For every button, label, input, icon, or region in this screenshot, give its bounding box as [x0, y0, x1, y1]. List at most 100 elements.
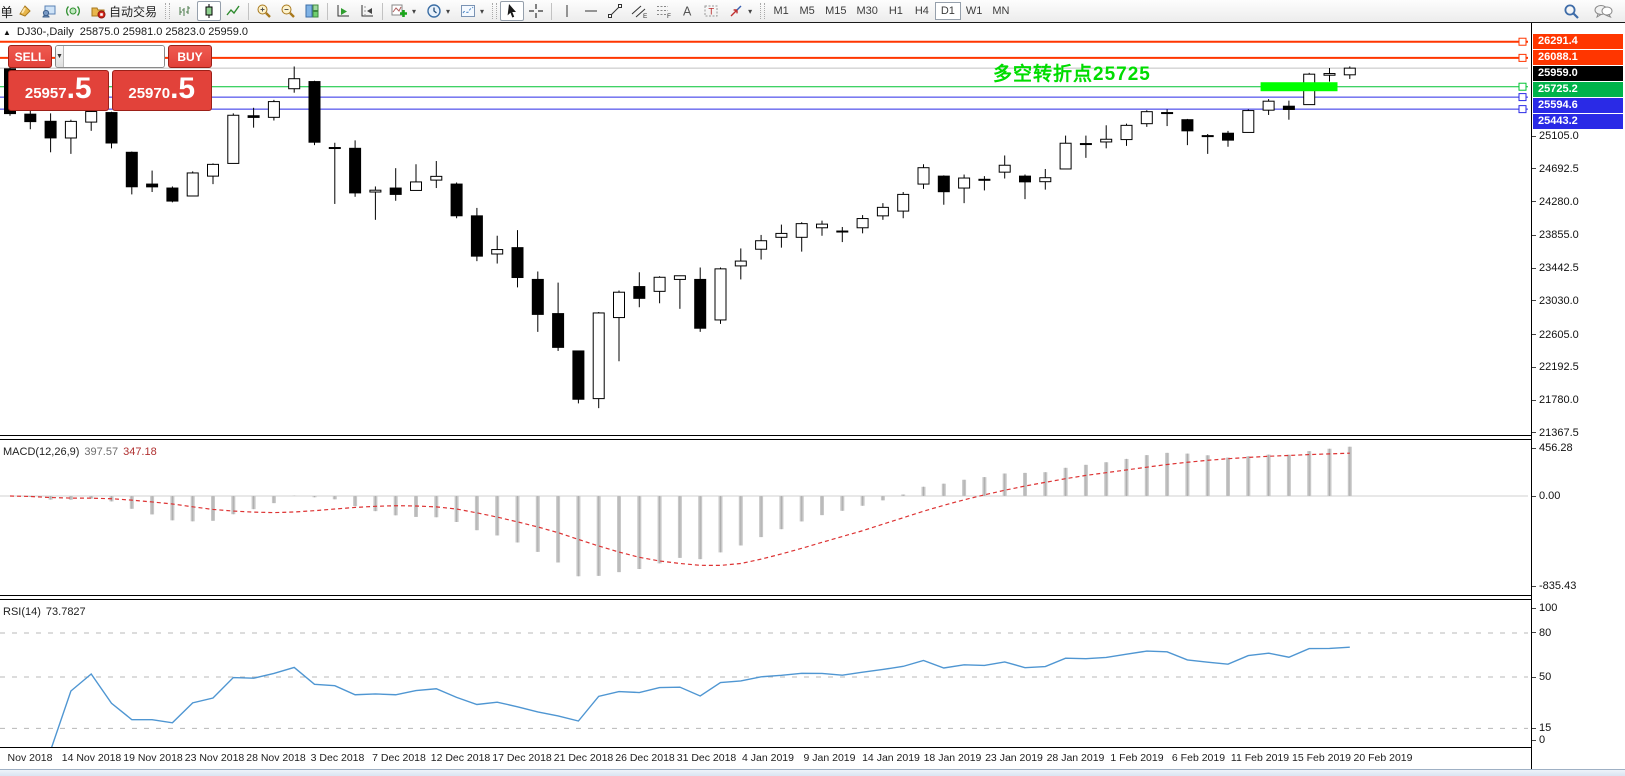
autotrading-label: 自动交易: [109, 3, 157, 20]
chart-annotation: 多空转折点25725: [993, 59, 1151, 86]
price-axis[interactable]: 25105.024692.524280.023855.023442.523030…: [1532, 23, 1625, 769]
market-watch-icon[interactable]: [13, 1, 37, 21]
date-label: 1 Feb 2019: [1110, 752, 1163, 764]
axis-tick: 23442.5: [1532, 261, 1579, 275]
sell-price[interactable]: 25957 .5: [8, 70, 109, 111]
date-label: 4 Jan 2019: [742, 752, 794, 764]
chart-window: ▲ DJ30-,Daily 25875.0 25981.0 25823.0 25…: [0, 23, 1625, 769]
tab-m15[interactable]: M15: [820, 2, 851, 20]
axis-tick: -835.43: [1532, 579, 1576, 593]
date-label: 14 Jan 2019: [862, 752, 920, 764]
buy-button[interactable]: BUY: [168, 45, 212, 68]
line-anchor: [1519, 94, 1526, 101]
collapse-arrow-icon[interactable]: ▲: [3, 28, 11, 37]
sell-price-frac: .5: [67, 75, 92, 102]
tab-m1[interactable]: M1: [768, 2, 794, 20]
line-anchor: [1519, 106, 1526, 113]
bar-chart-icon[interactable]: [173, 1, 197, 21]
cursor-icon[interactable]: [500, 1, 524, 21]
date-label: 12 Dec 2018: [431, 752, 491, 764]
tab-m5[interactable]: M5: [794, 2, 820, 20]
one-click-trading-panel: SELL ▼ ▲ BUY 25957 .5 25970 .5: [8, 45, 212, 111]
text-label-icon[interactable]: T: [699, 1, 723, 21]
date-label: 11 Feb 2019: [1231, 752, 1289, 764]
tile-windows-icon[interactable]: [300, 1, 324, 21]
svg-text:E: E: [643, 13, 648, 19]
chart-header: ▲ DJ30-,Daily 25875.0 25981.0 25823.0 25…: [3, 26, 248, 38]
date-axis[interactable]: Nov 201814 Nov 201819 Nov 201823 Nov 201…: [0, 747, 1531, 769]
status-bar: [0, 769, 1625, 776]
templates-button[interactable]: ▾: [455, 1, 489, 21]
axis-tick: 21367.5: [1532, 426, 1579, 440]
candlestick-chart-icon[interactable]: [197, 1, 221, 21]
date-label: 31 Dec 2018: [677, 752, 737, 764]
axis-tick: 23855.0: [1532, 228, 1579, 242]
date-label: 19 Nov 2018: [123, 752, 183, 764]
date-label: 23 Jan 2019: [985, 752, 1043, 764]
date-label: 6 Feb 2019: [1172, 752, 1225, 764]
toolbar-grip: [165, 3, 170, 19]
axis-tick: 21780.0: [1532, 393, 1579, 407]
tab-m30[interactable]: M30: [851, 2, 882, 20]
arrows-button[interactable]: ▾: [723, 1, 757, 21]
price-tag: 26088.1: [1533, 50, 1623, 65]
buy-price-frac: .5: [170, 75, 195, 102]
axis-tick: 50: [1532, 670, 1551, 684]
axis-tick: 0.00: [1532, 489, 1560, 503]
price-tag: 25594.6: [1533, 98, 1623, 113]
data-window-icon[interactable]: [37, 1, 61, 21]
toolbar-grip: [760, 3, 765, 19]
trendline-icon[interactable]: [603, 1, 627, 21]
autotrading-button[interactable]: 自动交易: [85, 1, 162, 21]
tab-mn[interactable]: MN: [987, 2, 1014, 20]
navigator-icon[interactable]: [61, 1, 85, 21]
rsi-chart[interactable]: [0, 600, 1531, 747]
vertical-line-icon[interactable]: [555, 1, 579, 21]
tab-w1[interactable]: W1: [961, 2, 988, 20]
volume-decrease-button[interactable]: ▼: [56, 46, 64, 67]
price-tag: 25959.0: [1533, 66, 1623, 81]
date-label: 28 Jan 2019: [1047, 752, 1105, 764]
tab-d1[interactable]: D1: [935, 2, 961, 20]
line-anchor: [1519, 54, 1526, 61]
zoom-in-icon[interactable]: [252, 1, 276, 21]
periods-button[interactable]: ▾: [421, 1, 455, 21]
candlestick-chart[interactable]: [0, 23, 1531, 435]
chat-icon[interactable]: [1591, 1, 1615, 21]
axis-tick: 25105.0: [1532, 129, 1579, 143]
chart-title: DJ30-,Daily: [17, 26, 74, 38]
date-label: 20 Feb 2019: [1354, 752, 1413, 764]
chevron-down-icon: ▾: [412, 7, 416, 16]
equidistant-channel-icon[interactable]: E: [627, 1, 651, 21]
chevron-down-icon: ▾: [480, 7, 484, 16]
buy-price[interactable]: 25970 .5: [112, 70, 213, 111]
axis-tick: 24692.5: [1532, 162, 1579, 176]
date-label: 7 Dec 2018: [372, 752, 426, 764]
line-anchor: [1519, 83, 1526, 90]
auto-scroll-icon[interactable]: [331, 1, 355, 21]
volume-input[interactable]: [64, 46, 165, 67]
tab-h4[interactable]: H4: [909, 2, 935, 20]
date-label: 3 Dec 2018: [311, 752, 365, 764]
horizontal-line-icon[interactable]: [579, 1, 603, 21]
line-chart-icon[interactable]: [221, 1, 245, 21]
axis-tick: 23030.0: [1532, 294, 1579, 308]
date-label: 26 Dec 2018: [615, 752, 675, 764]
zoom-out-icon[interactable]: [276, 1, 300, 21]
crosshair-icon[interactable]: [524, 1, 548, 21]
toolbar-grip: [492, 3, 497, 19]
chevron-down-icon: ▾: [446, 7, 450, 16]
search-icon[interactable]: [1559, 1, 1583, 21]
text-icon[interactable]: A: [675, 1, 699, 21]
date-label: 9 Jan 2019: [804, 752, 856, 764]
chart-shift-icon[interactable]: [355, 1, 379, 21]
indicators-button[interactable]: ▾: [386, 1, 421, 21]
macd-chart[interactable]: [0, 440, 1531, 595]
fibonacci-retracement-icon[interactable]: F: [651, 1, 675, 21]
sell-button[interactable]: SELL: [8, 45, 52, 68]
mt4-window: 单 自动交易: [0, 0, 1625, 776]
date-label: 15 Feb 2019: [1292, 752, 1351, 764]
new-order-button[interactable]: 单: [2, 2, 13, 21]
tab-h1[interactable]: H1: [883, 2, 909, 20]
toolbar: 单 自动交易: [0, 0, 1625, 23]
